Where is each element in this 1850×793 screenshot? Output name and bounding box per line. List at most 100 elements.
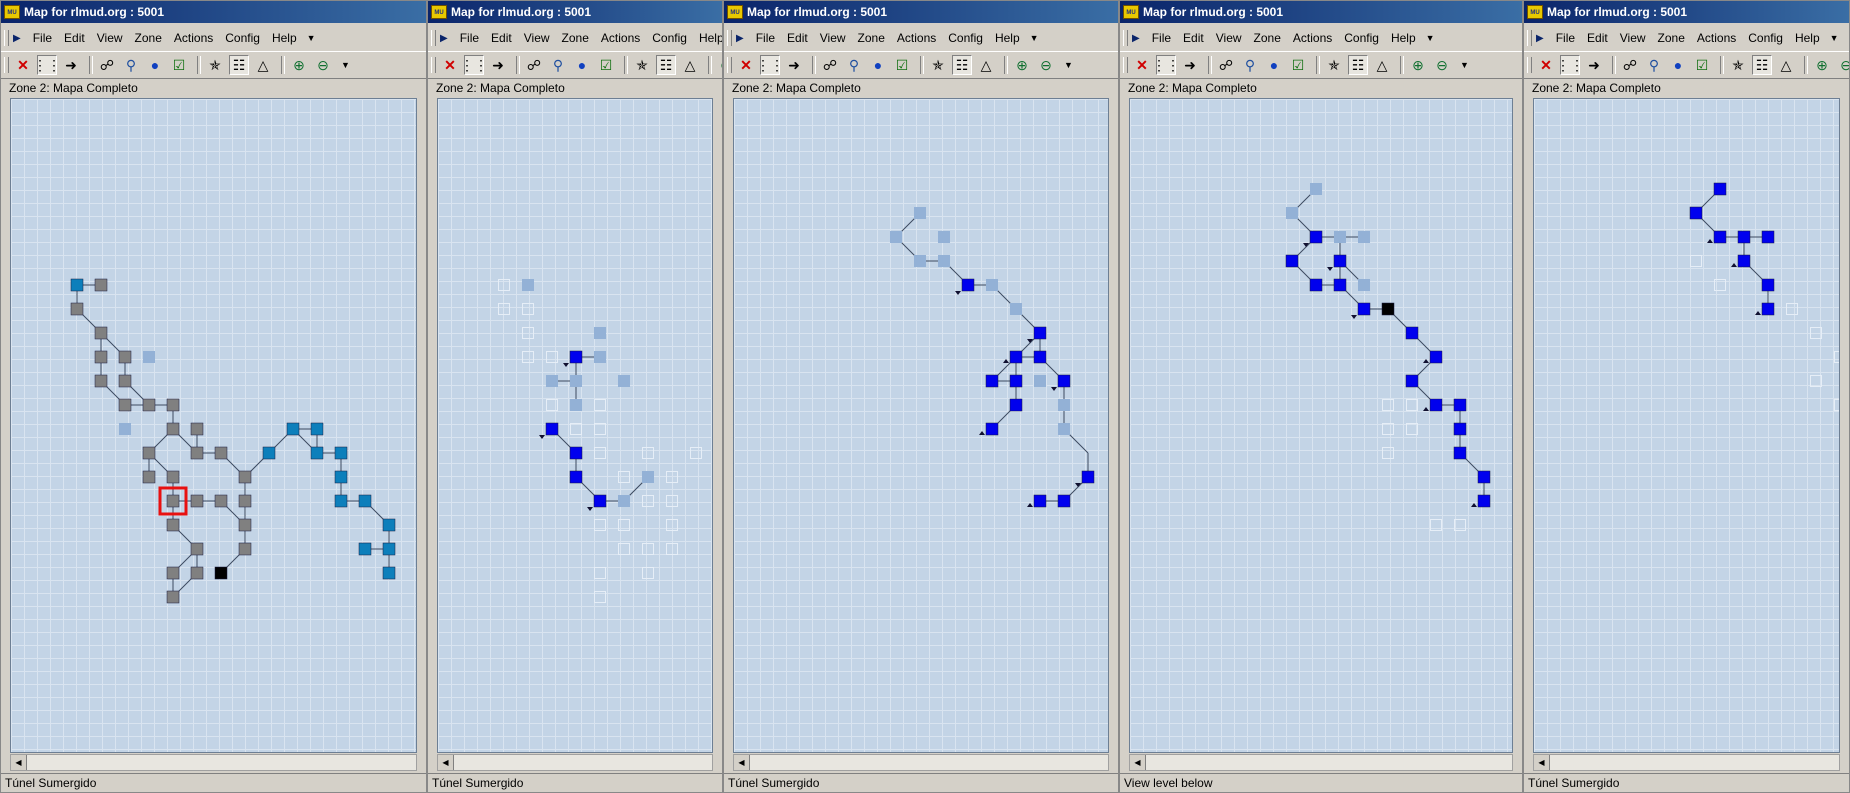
map-room[interactable] (238, 542, 252, 556)
map-room[interactable] (238, 494, 252, 508)
horizontal-scrollbar[interactable]: ◀ (733, 754, 1109, 771)
map-room[interactable] (1334, 231, 1346, 243)
menu-actions[interactable]: Actions (168, 31, 219, 45)
toggle-level-icon[interactable]: ☷ (656, 55, 676, 75)
map-room[interactable] (382, 518, 396, 532)
map-room[interactable] (1058, 399, 1070, 411)
other-level-room[interactable] (1786, 303, 1798, 315)
menu-view[interactable]: View (91, 31, 129, 45)
scroll-left-icon[interactable]: ◀ (1130, 755, 1146, 770)
menu-file[interactable]: File (27, 31, 58, 45)
map-room[interactable] (238, 518, 252, 532)
map-room[interactable] (358, 542, 372, 556)
find-room-icon[interactable]: ⚲ (548, 55, 568, 75)
menu-edit[interactable]: Edit (1177, 31, 1210, 45)
zoom-out-icon[interactable]: ⊖ (1432, 55, 1452, 75)
close-map-icon[interactable]: ✕ (1536, 55, 1556, 75)
title-bar[interactable]: MU Map for rlmud.org : 5001 (1, 1, 426, 23)
menu-file[interactable]: File (1550, 31, 1581, 45)
map-room[interactable] (166, 398, 180, 412)
map-room[interactable] (382, 542, 396, 556)
menu-help[interactable]: Help (989, 31, 1026, 45)
map-room[interactable] (94, 374, 108, 388)
map-room[interactable] (1453, 398, 1467, 412)
horizontal-scrollbar[interactable]: ◀ (1533, 754, 1840, 771)
room-list-icon[interactable]: ⋮⋮ (1152, 55, 1180, 75)
menu-zone[interactable]: Zone (1248, 31, 1287, 45)
zoom-out-icon[interactable]: ⊖ (1036, 55, 1056, 75)
menu-config[interactable]: Config (646, 31, 693, 45)
map-room[interactable] (1057, 374, 1071, 388)
zoom-in-icon[interactable]: ⊕ (289, 55, 309, 75)
room-list-icon[interactable]: ⋮⋮ (460, 55, 488, 75)
toolbar-grip[interactable] (1123, 57, 1128, 73)
zoom-in-icon[interactable]: ⊕ (1012, 55, 1032, 75)
other-level-room[interactable] (1810, 375, 1822, 387)
other-level-room[interactable] (642, 567, 654, 579)
room-list-icon[interactable]: ⋮⋮ (1556, 55, 1584, 75)
map-room[interactable] (985, 374, 999, 388)
map-room[interactable] (214, 446, 228, 460)
speedwalk-icon[interactable]: ✯ (205, 55, 225, 75)
run-icon[interactable]: △ (680, 55, 700, 75)
menu-help[interactable]: Help (1385, 31, 1422, 45)
speedwalk-icon[interactable]: ✯ (1728, 55, 1748, 75)
other-level-room[interactable] (1834, 351, 1841, 363)
run-icon[interactable]: △ (253, 55, 273, 75)
title-bar[interactable]: MU Map for rlmud.org : 5001 (1524, 1, 1849, 23)
map-room[interactable] (1477, 494, 1491, 508)
map-room[interactable] (1309, 230, 1323, 244)
toolbar-grip[interactable] (4, 57, 9, 73)
other-level-room[interactable] (1382, 399, 1394, 411)
map-canvas[interactable] (1533, 98, 1840, 753)
other-level-room[interactable] (618, 543, 630, 555)
other-level-room[interactable] (498, 279, 510, 291)
other-level-room[interactable] (1834, 399, 1841, 411)
map-room[interactable] (94, 278, 108, 292)
scroll-left-icon[interactable]: ◀ (734, 755, 750, 770)
title-bar[interactable]: MU Map for rlmud.org : 5001 (724, 1, 1118, 23)
menu-expand-icon[interactable]: ▶ (440, 33, 448, 44)
map-room[interactable] (914, 255, 926, 267)
path-walk-icon[interactable]: ➜ (488, 55, 508, 75)
menu-expand-icon[interactable]: ▶ (736, 33, 744, 44)
other-level-room[interactable] (594, 567, 606, 579)
menu-actions[interactable]: Actions (595, 31, 646, 45)
menu-expand-icon[interactable]: ▶ (1536, 33, 1544, 44)
map-room[interactable] (70, 302, 84, 316)
map-room[interactable] (334, 446, 348, 460)
menu-config[interactable]: Config (219, 31, 266, 45)
menu-actions[interactable]: Actions (1287, 31, 1338, 45)
menu-view[interactable]: View (814, 31, 852, 45)
toolbar-overflow-icon[interactable]: ▼ (337, 60, 354, 70)
map-room[interactable] (286, 422, 300, 436)
map-room[interactable] (1309, 278, 1323, 292)
map-room[interactable] (1761, 278, 1775, 292)
menu-view[interactable]: View (1210, 31, 1248, 45)
check-icon[interactable]: ☑ (892, 55, 912, 75)
scroll-left-icon[interactable]: ◀ (1534, 755, 1550, 770)
map-room[interactable] (570, 399, 582, 411)
check-icon[interactable]: ☑ (596, 55, 616, 75)
map-room[interactable] (94, 326, 108, 340)
map-room[interactable] (914, 207, 926, 219)
toolbar-grip[interactable] (727, 57, 732, 73)
map-room[interactable] (310, 446, 324, 460)
map-room[interactable] (70, 278, 84, 292)
other-level-room[interactable] (570, 423, 582, 435)
menu-file[interactable]: File (750, 31, 781, 45)
map-room[interactable] (1333, 254, 1347, 268)
other-level-room[interactable] (522, 327, 534, 339)
title-bar[interactable]: MU Map for rlmud.org : 5001 (428, 1, 722, 23)
horizontal-scrollbar[interactable]: ◀ (10, 754, 417, 771)
close-map-icon[interactable]: ✕ (1132, 55, 1152, 75)
other-level-room[interactable] (1382, 447, 1394, 459)
find-room-icon[interactable]: ⚲ (844, 55, 864, 75)
map-room[interactable] (142, 398, 156, 412)
map-room[interactable] (570, 375, 582, 387)
other-level-room[interactable] (1714, 279, 1726, 291)
map-room[interactable] (546, 375, 558, 387)
map-room[interactable] (618, 375, 630, 387)
menu-help[interactable]: Help (693, 31, 722, 45)
zoom-in-icon[interactable]: ⊕ (716, 55, 722, 75)
